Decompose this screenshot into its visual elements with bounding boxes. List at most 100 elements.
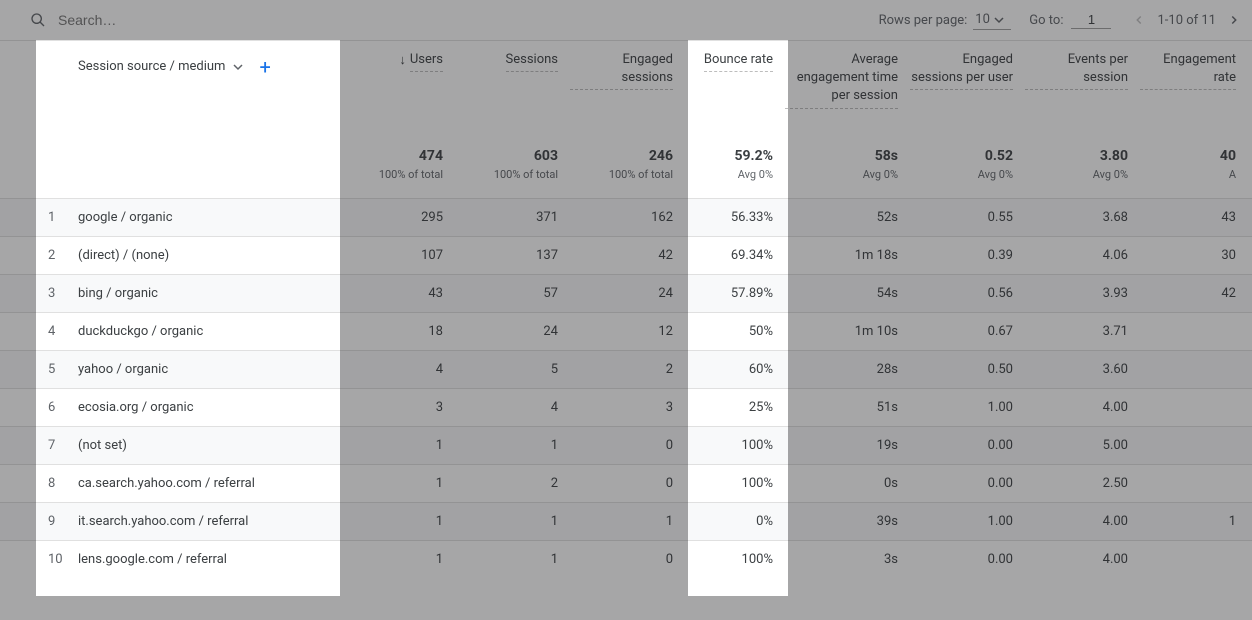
cell-bounce-rate: 100% [685,438,785,453]
row-index: 9 [0,514,78,529]
summary-engagement-rate: 40 [1220,148,1236,164]
col-header-events-per-session[interactable]: Events per session [1025,41,1140,140]
table-row[interactable]: 3bing / organic43572457.89%54s0.563.9342 [0,274,1252,312]
table-row[interactable]: 9it.search.yahoo.com / referral1110%39s1… [0,502,1252,540]
table-row[interactable]: 10lens.google.com / referral110100%3s0.0… [0,540,1252,578]
caret-down-icon [994,15,1004,25]
dimension-value: ca.search.yahoo.com / referral [78,476,340,491]
cell-engaged-sessions: 3 [570,400,685,415]
summary-row: 474100% of total 603100% of total 246100… [0,140,1252,198]
caret-down-icon[interactable] [233,62,243,72]
summary-eng-per-user: 0.52 [985,148,1013,164]
cell-bounce-rate: 56.33% [685,210,785,225]
cell-avg-engagement: 51s [785,400,910,415]
dimension-value: (not set) [78,438,340,453]
cell-avg-engagement: 3s [785,552,910,567]
cell-sessions: 1 [455,438,570,453]
row-index: 4 [0,324,78,339]
summary-avg-engagement: 58s [875,148,898,164]
cell-bounce-rate: 100% [685,552,785,567]
cell-events-per-session: 4.06 [1025,248,1140,263]
summary-bounce-rate: 59.2% [734,148,773,164]
table-toolbar: Rows per page: 10 Go to: 1-10 of 11 [0,0,1252,40]
cell-engagement-rate: 30 [1140,248,1248,263]
cell-events-per-session: 4.00 [1025,400,1140,415]
table-row[interactable]: 5yahoo / organic45260%28s0.503.60 [0,350,1252,388]
goto: Go to: [1029,11,1111,29]
cell-eng-per-user: 0.00 [910,476,1025,491]
table-row[interactable]: 6ecosia.org / organic34325%51s1.004.00 [0,388,1252,426]
row-index: 7 [0,438,78,453]
row-index: 6 [0,400,78,415]
table-body: 1google / organic29537116256.33%52s0.553… [0,198,1252,578]
search-area[interactable] [30,11,879,29]
dimension-value: yahoo / organic [78,362,340,377]
dimension-value: lens.google.com / referral [78,552,340,567]
cell-eng-per-user: 0.00 [910,438,1025,453]
col-header-eng-per-user[interactable]: Engaged sessions per user [910,41,1025,140]
add-dimension-button[interactable]: + [259,57,270,77]
cell-engaged-sessions: 2 [570,362,685,377]
cell-users: 3 [340,400,455,415]
dimension-value: ecosia.org / organic [78,400,340,415]
cell-engagement-rate: 1 [1140,514,1248,529]
rows-per-page-select[interactable]: 10 [973,10,1011,30]
search-icon [30,12,46,28]
table-row[interactable]: 2(direct) / (none)1071374269.34%1m 18s0.… [0,236,1252,274]
dimension-value: google / organic [78,210,340,225]
cell-bounce-rate: 25% [685,400,785,415]
page-range: 1-10 of 11 [1157,13,1216,28]
cell-users: 1 [340,552,455,567]
cell-engaged-sessions: 42 [570,248,685,263]
cell-events-per-session: 4.00 [1025,514,1140,529]
col-header-avg-engagement[interactable]: Average engagement time per session [785,41,910,140]
col-header-users[interactable]: ↓Users [340,41,455,140]
table-row[interactable]: 1google / organic29537116256.33%52s0.553… [0,198,1252,236]
pagination: Rows per page: 10 Go to: 1-10 of 11 [879,10,1244,30]
cell-bounce-rate: 100% [685,476,785,491]
cell-eng-per-user: 1.00 [910,400,1025,415]
next-page-button[interactable] [1224,10,1244,30]
cell-sessions: 1 [455,514,570,529]
cell-sessions: 57 [455,286,570,301]
cell-bounce-rate: 60% [685,362,785,377]
cell-users: 1 [340,438,455,453]
col-header-engaged-sessions[interactable]: Engaged sessions [570,41,685,140]
cell-engaged-sessions: 0 [570,438,685,453]
cell-sessions: 4 [455,400,570,415]
dimension-value: (direct) / (none) [78,248,340,263]
cell-eng-per-user: 0.39 [910,248,1025,263]
row-index: 3 [0,286,78,301]
rows-per-page: Rows per page: 10 [879,10,1012,30]
cell-eng-per-user: 0.50 [910,362,1025,377]
cell-avg-engagement: 19s [785,438,910,453]
cell-sessions: 2 [455,476,570,491]
table-row[interactable]: 4duckduckgo / organic18241250%1m 10s0.67… [0,312,1252,350]
cell-users: 4 [340,362,455,377]
cell-events-per-session: 4.00 [1025,552,1140,567]
cell-users: 107 [340,248,455,263]
cell-engaged-sessions: 12 [570,324,685,339]
cell-users: 295 [340,210,455,225]
row-index: 5 [0,362,78,377]
search-input[interactable] [56,11,241,29]
rows-per-page-value: 10 [975,12,990,27]
cell-engaged-sessions: 162 [570,210,685,225]
col-header-engagement-rate[interactable]: Engagement rate [1140,41,1248,140]
prev-page-button[interactable] [1129,10,1149,30]
row-index: 2 [0,248,78,263]
cell-users: 43 [340,286,455,301]
table-row[interactable]: 8ca.search.yahoo.com / referral120100%0s… [0,464,1252,502]
cell-engaged-sessions: 1 [570,514,685,529]
table-row[interactable]: 7(not set)110100%19s0.005.00 [0,426,1252,464]
summary-users: 474 [419,148,443,164]
cell-bounce-rate: 0% [685,514,785,529]
col-header-bounce-rate[interactable]: Bounce rate [685,41,785,140]
cell-bounce-rate: 57.89% [685,286,785,301]
dimension-header[interactable]: Session source / medium + [0,41,340,140]
col-header-sessions[interactable]: Sessions [455,41,570,140]
cell-users: 1 [340,476,455,491]
goto-input[interactable] [1071,11,1111,29]
cell-events-per-session: 3.93 [1025,286,1140,301]
cell-eng-per-user: 0.00 [910,552,1025,567]
